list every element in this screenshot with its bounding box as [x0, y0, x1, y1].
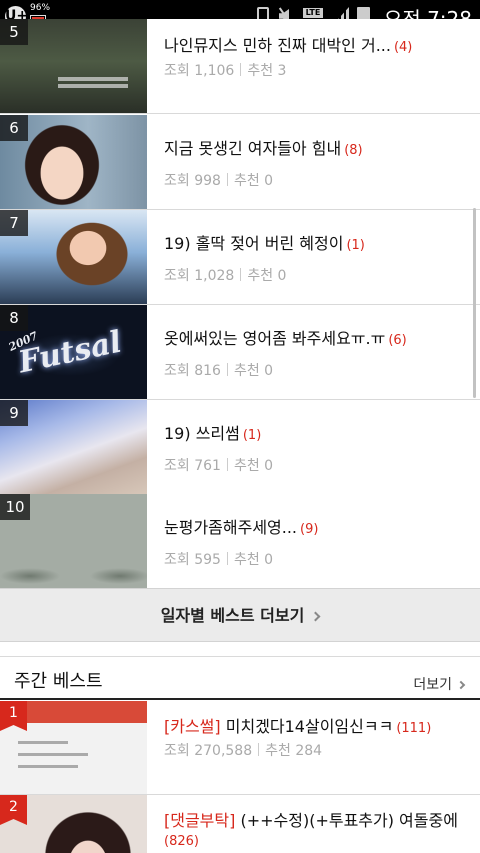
comment-count: (1): [346, 238, 365, 253]
section-title: 주간 베스트: [14, 671, 103, 692]
rank-badge: 5: [0, 19, 28, 45]
post-meta: 조회 270,588 추천 284: [164, 743, 323, 759]
weekly-best-header: 주간 베스트 더보기: [0, 658, 480, 700]
chevron-right-icon: [456, 680, 466, 690]
category-tag: [카스썰]: [164, 717, 221, 736]
list-item[interactable]: 7 19) 홀딱 젖어 버린 혜정이 (1) 조회 1,028 추천 0: [0, 210, 480, 305]
post-meta: 조회 998 추천 0: [164, 173, 274, 189]
list-item[interactable]: 6 지금 못생긴 여자들아 힘내 (8) 조회 998 추천 0: [0, 115, 480, 210]
rank-badge: 9: [0, 400, 28, 426]
rank-badge: 8: [0, 305, 28, 331]
list-item[interactable]: 10 눈평가좀해주세영... (9) 조회 595 추천 0: [0, 494, 480, 589]
list-item[interactable]: 9 19) 쓰리썸 (1) 조회 761 추천 0: [0, 400, 480, 495]
rank-badge: 7: [0, 210, 28, 236]
rank-badge: 10: [0, 494, 30, 520]
post-meta: 조회 816 추천 0: [164, 363, 274, 379]
comment-count: (1): [242, 428, 262, 443]
weekly-more-link[interactable]: 더보기: [413, 674, 466, 694]
list-item[interactable]: 1 [카스썰] 미치겠다14살이임신ㅋㅋ (111) 조회 270,588 추천 2…: [0, 701, 480, 795]
list-item[interactable]: 2 [댓글부탁] (++수정)(+투표추가) 여돌중에 (826): [0, 795, 480, 853]
section-divider: [0, 643, 480, 657]
rank-badge: 6: [0, 115, 28, 141]
list-item[interactable]: 2007 Futsal 8 옷에써있는 영어좀 봐주세요ㅠ.ㅠ (6) 조회 81…: [0, 305, 480, 400]
post-title: 옷에써있는 영어좀 봐주세요ㅠ.ㅠ (6): [164, 329, 407, 348]
post-title: 지금 못생긴 여자들아 힘내 (8): [164, 139, 363, 158]
comment-count: (111): [396, 721, 432, 736]
daily-best-more-button[interactable]: 일자별 베스트 더보기: [0, 588, 480, 642]
list-item[interactable]: 5 나인뮤지스 민하 진짜 대박인 거... (4) 조회 1,106 추천 3: [0, 19, 480, 114]
post-meta: 조회 1,106 추천 3: [164, 63, 287, 79]
post-meta: 조회 761 추천 0: [164, 458, 274, 474]
scrollbar[interactable]: [473, 208, 476, 398]
post-meta: 조회 1,028 추천 0: [164, 268, 287, 284]
post-meta: 조회 595 추천 0: [164, 552, 274, 568]
chevron-right-icon: [310, 611, 321, 622]
post-title: 나인뮤지스 민하 진짜 대박인 거... (4): [164, 36, 413, 55]
battery-percent: 96%: [30, 3, 51, 13]
comment-count: (826): [164, 834, 199, 849]
comment-count: (9): [300, 522, 319, 537]
comment-count: (8): [344, 143, 363, 158]
comment-count: (4): [393, 40, 413, 55]
comment-count: (6): [388, 333, 407, 348]
lte-icon: LTE: [303, 8, 323, 18]
post-title: 눈평가좀해주세영... (9): [164, 518, 319, 537]
post-title: [카스썰] 미치겠다14살이임신ㅋㅋ (111): [164, 717, 432, 736]
post-title: 19) 쓰리썸 (1): [164, 424, 262, 443]
post-title: 19) 홀딱 젖어 버린 혜정이 (1): [164, 234, 365, 253]
post-title: [댓글부탁] (++수정)(+투표추가) 여돌중에: [164, 811, 458, 830]
category-tag: [댓글부탁]: [164, 811, 236, 830]
